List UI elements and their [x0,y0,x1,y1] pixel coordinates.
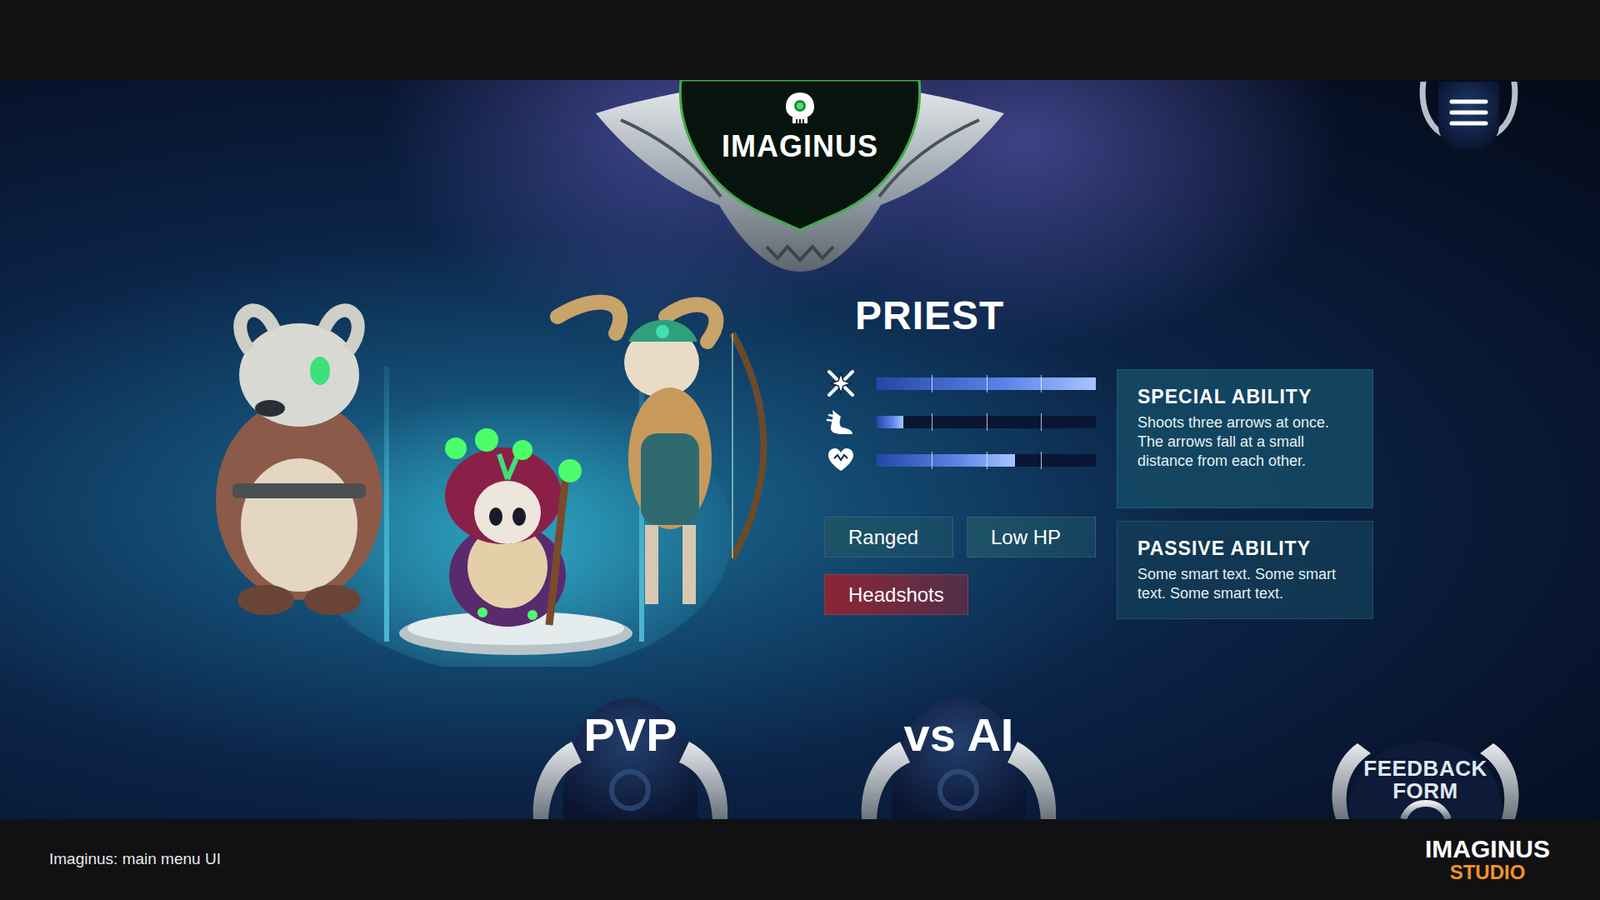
menu-button[interactable] [1416,81,1521,154]
slide-caption: Imaginus: main menu UI [49,847,221,872]
class-info-panel: PRIEST Ranged Low HP Headshots SPECIAL ABILI… [824,283,1374,620]
game-logo: IMAGINUS [587,80,1013,272]
stat-row [824,447,1099,473]
tag-list: Ranged Low HP Headshots [824,516,1099,615]
caption-bar: Imaginus: main menu UI IMAGINUSSTUDIO [0,819,1600,900]
mode-button[interactable]: PVP [523,683,738,820]
stat-tick [931,451,933,470]
tag-label: Headshots [848,585,945,605]
studio-sub: STUDIO [1450,861,1526,884]
skull-icon [781,90,819,127]
stat-bar [876,415,1096,429]
mode-label: vs AI [904,711,1015,759]
speed-icon [824,409,858,435]
stat-tick [986,451,988,470]
stat-row [824,370,1099,396]
game-screen: IMAGINUS PRIEST Ranged Low HP Headshots SPEC… [0,80,1600,820]
mode-button[interactable]: vs AI [851,683,1066,820]
tag-label: Low HP [990,527,1061,548]
character-art [199,283,775,667]
stat-list [824,370,1099,473]
stat-tick [1040,375,1042,393]
trait-tag: Ranged [824,516,954,558]
logo-content: IMAGINUS [587,80,1013,162]
logo-title: IMAGINUS [721,131,879,162]
ability-list: SPECIAL ABILITY Shoots three arrows at on… [1116,369,1374,620]
tag-label: Ranged [848,527,919,548]
health-icon [824,447,858,473]
stat-tick [1040,413,1042,431]
stat-tick [986,375,988,393]
ability-card: SPECIAL ABILITY Shoots three arrows at on… [1116,369,1374,509]
stat-row [824,409,1099,435]
ability-text: Shoots three arrows at once. The arrows … [1137,413,1353,471]
trait-tag: Low HP [966,516,1096,558]
stat-tick [931,413,933,431]
hamburger-icon [1416,81,1521,154]
ability-text: Some smart text. Some smart text. Some s… [1137,565,1353,604]
mode-bar: PVP vs AI FEEDBACK FORM [0,683,1600,820]
ability-title: SPECIAL ABILITY [1137,385,1353,409]
stat-bar [876,454,1096,467]
mode-label: PVP [583,711,677,759]
class-summary: PRIEST Ranged Low HP Headshots [824,283,1099,615]
stat-tick [931,375,933,393]
feedback-button[interactable]: FEEDBACK FORM [1324,735,1527,820]
attack-icon [824,370,858,396]
stat-tick [1040,451,1042,470]
stat-tick [986,413,988,431]
studio-name: IMAGINUS [1425,836,1550,862]
character-section: PRIEST Ranged Low HP Headshots SPECIAL ABILI… [0,283,1600,684]
stat-fill [876,454,1015,467]
class-title: PRIEST [855,295,1099,336]
stat-bar [876,377,1096,390]
ability-title: PASSIVE ABILITY [1137,536,1353,560]
studio-logo: IMAGINUSSTUDIO [1425,836,1550,884]
trait-tag: Headshots [824,574,969,615]
feedback-label: FEEDBACK FORM [1355,757,1497,803]
ability-card: PASSIVE ABILITY Some smart text. Some sma… [1116,520,1374,620]
header: IMAGINUS [0,80,1600,284]
top-bar [0,0,1600,80]
stat-fill [876,415,904,429]
mode-buttons: PVP vs AI [523,683,1066,820]
